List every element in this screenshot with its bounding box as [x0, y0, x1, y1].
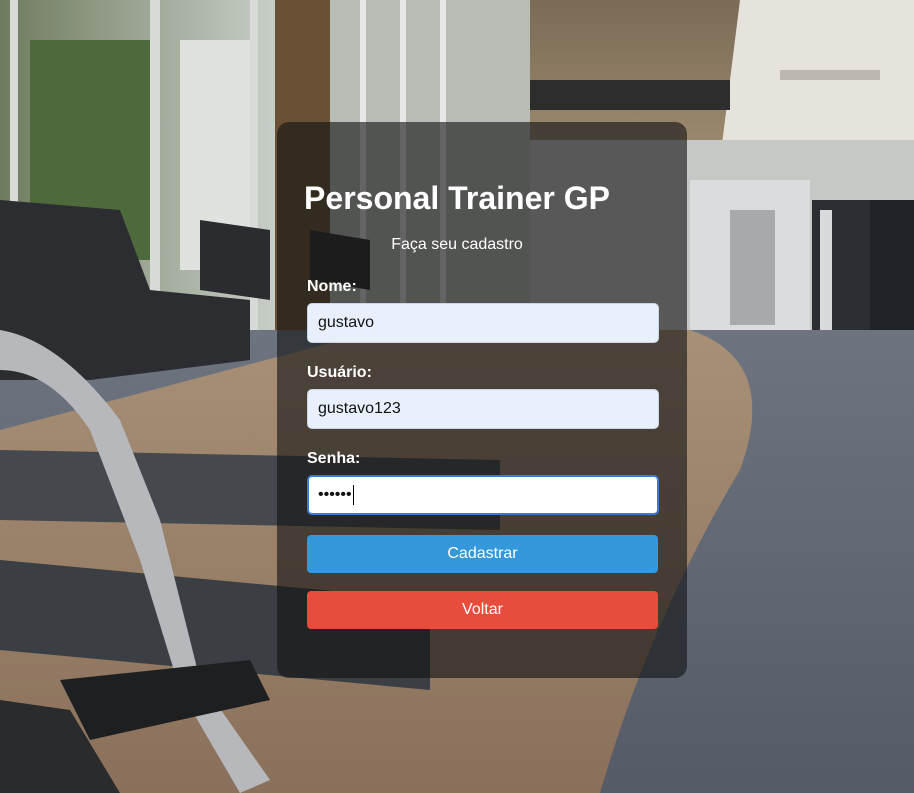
- senha-label: Senha:: [307, 450, 361, 467]
- page-subtitle: Faça seu cadastro: [391, 236, 523, 253]
- page-title: Personal Trainer GP: [304, 180, 610, 216]
- usuario-input[interactable]: gustavo123: [307, 389, 659, 429]
- senha-input[interactable]: ••••••: [307, 475, 659, 515]
- nome-label: Nome:: [307, 278, 357, 295]
- nome-input[interactable]: gustavo: [307, 303, 659, 343]
- text-caret: [352, 484, 354, 505]
- voltar-button[interactable]: Voltar: [307, 591, 658, 629]
- usuario-label: Usuário:: [307, 364, 372, 381]
- senha-value: ••••••: [318, 486, 352, 503]
- cadastrar-button[interactable]: Cadastrar: [307, 535, 658, 573]
